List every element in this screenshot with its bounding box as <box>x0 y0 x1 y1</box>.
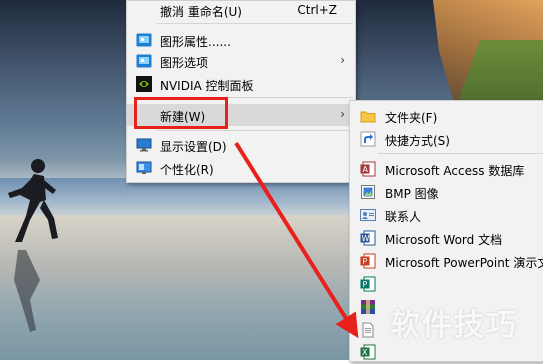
watermark-text: 软件技巧 <box>390 308 518 343</box>
